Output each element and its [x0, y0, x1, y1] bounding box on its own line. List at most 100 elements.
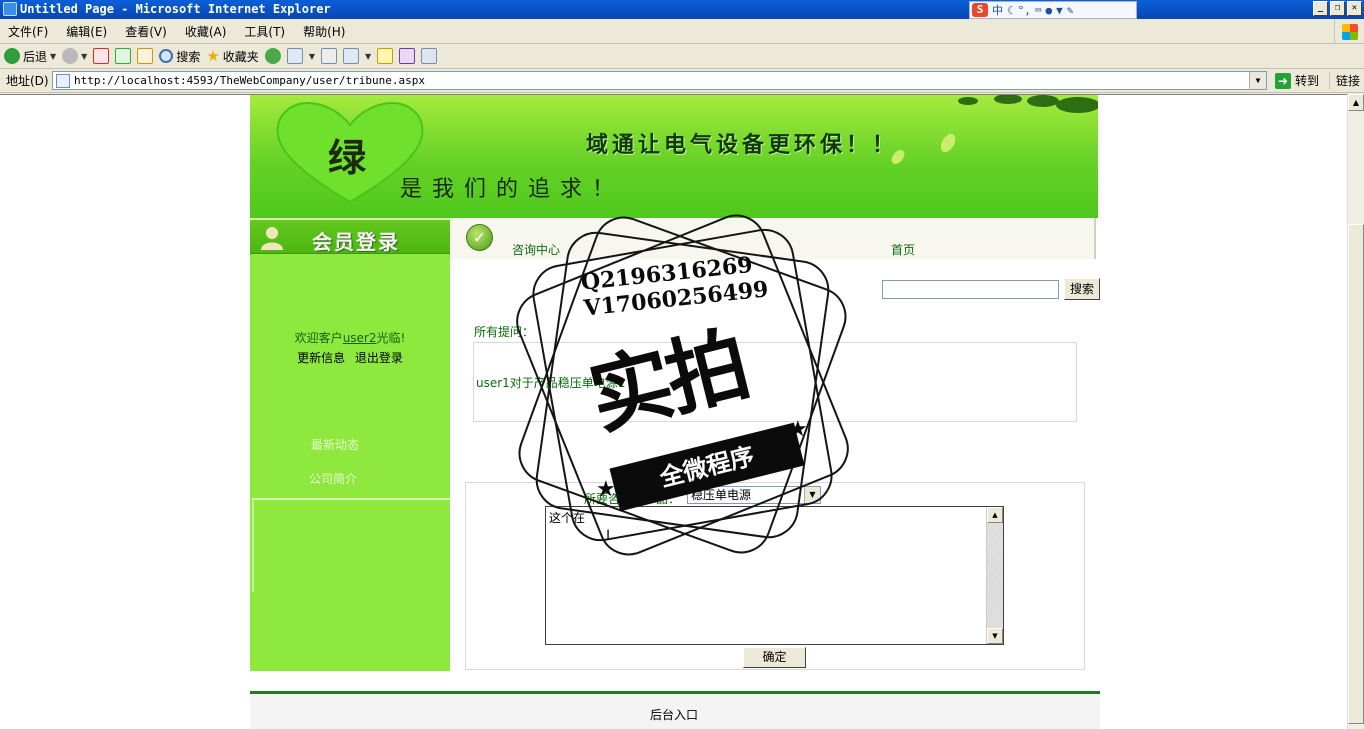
nav-consult-link[interactable]: 咨询中心 — [512, 241, 560, 258]
stop-icon[interactable] — [93, 48, 110, 64]
back-label: 后退 — [23, 49, 48, 64]
chevron-down-icon[interactable]: ▼ — [365, 52, 371, 61]
welcome-prefix: 欢迎客户 — [294, 331, 343, 345]
text-cursor-icon: Ⅰ — [606, 528, 611, 544]
scrollbar-thumb[interactable] — [1348, 224, 1364, 724]
textarea-scrollbar[interactable]: ▲ ▼ — [986, 507, 1003, 644]
menu-view[interactable]: 查看(V) — [125, 23, 167, 40]
submit-button[interactable]: 确定 — [743, 647, 806, 668]
note-icon[interactable] — [377, 48, 394, 64]
list-item[interactable]: user1对于产品稳压单电源1 — [476, 374, 625, 391]
menu-edit[interactable]: 编辑(E) — [66, 23, 107, 40]
check-icon: ✓ — [466, 224, 493, 251]
wrench-icon[interactable]: ✎ — [1067, 1, 1074, 20]
banner-slogan-bottom: 是我们的追求！ — [400, 177, 625, 202]
address-bar: 地址(D) http://localhost:4593/TheWebCompan… — [0, 69, 1364, 93]
stamp-contact: Q2196316269 V17060256499 — [580, 250, 770, 322]
mail-icon[interactable] — [286, 48, 303, 64]
search-input[interactable] — [882, 280, 1059, 299]
search-button[interactable]: 搜索 — [159, 48, 200, 65]
go-arrow-icon: ➜ — [1275, 72, 1291, 89]
menu-help[interactable]: 帮助(H) — [303, 23, 345, 40]
chevron-down-icon[interactable]: ▼ — [1249, 72, 1266, 89]
home-icon[interactable] — [137, 48, 154, 64]
address-input[interactable]: http://localhost:4593/TheWebCompany/user… — [52, 71, 1267, 90]
sidebar-box — [252, 498, 450, 592]
ime-toolbar[interactable]: S 中 ☾ °, ⌨ ● ▼ ✎ — [969, 1, 1137, 19]
ie-icon — [3, 2, 17, 16]
nav-news-link[interactable]: 最新动态 — [250, 436, 420, 453]
minimize-icon[interactable]: _ — [1313, 1, 1328, 16]
address-label: 地址(D) — [6, 74, 49, 88]
product-selected: 稳压单电源 — [691, 488, 752, 502]
top-navbar: ✓ 咨询中心 首页 — [450, 218, 1096, 259]
nav-home-link[interactable]: 首页 — [891, 241, 915, 258]
admin-entry-link[interactable]: 后台入口 — [650, 706, 698, 723]
go-label: 转到 — [1295, 74, 1320, 88]
maximize-icon[interactable]: ❐ — [1330, 1, 1345, 16]
welcome-suffix: 光临! — [376, 331, 406, 345]
search-button[interactable]: 搜索 — [1064, 278, 1100, 300]
chevron-down-icon[interactable]: ▼ — [309, 52, 315, 61]
username-link[interactable]: user2 — [343, 331, 377, 345]
favorites-button[interactable]: ★ 收藏夹 — [206, 47, 258, 65]
welcome-message: 欢迎客户user2光临! — [250, 329, 450, 346]
moon-icon[interactable]: ☾ — [1007, 1, 1014, 20]
star-icon: ★ — [206, 47, 220, 65]
print-icon[interactable] — [320, 48, 337, 64]
window-title: Untitled Page - Microsoft Internet Explo… — [20, 2, 331, 16]
window-titlebar: Untitled Page - Microsoft Internet Explo… — [0, 0, 1364, 19]
chevron-down-icon[interactable]: ▼ — [81, 52, 87, 61]
product-select[interactable]: 稳压单电源 ▼ — [687, 486, 821, 504]
messenger-icon[interactable] — [399, 48, 416, 64]
page-scrollbar[interactable]: ▲ — [1347, 94, 1364, 729]
scroll-down-icon[interactable]: ▼ — [987, 628, 1003, 644]
edit-icon[interactable] — [342, 48, 359, 64]
punctuation-icon[interactable]: °, — [1018, 1, 1031, 20]
back-button[interactable]: 后退 ▼ — [4, 48, 56, 65]
chevron-down-icon[interactable]: ▼ — [804, 487, 820, 503]
refresh-icon[interactable] — [115, 48, 132, 64]
search-label: 搜索 — [176, 49, 201, 64]
menu-file[interactable]: 文件(F) — [8, 23, 48, 40]
address-url[interactable]: http://localhost:4593/TheWebCompany/user… — [74, 74, 425, 87]
go-button[interactable]: ➜ 转到 — [1275, 72, 1319, 89]
close-icon[interactable]: ✕ — [1347, 1, 1362, 16]
question-textarea[interactable]: 这个在 ▲ ▼ — [545, 506, 1004, 645]
favorites-label: 收藏夹 — [222, 49, 259, 64]
chevron-down-icon[interactable]: ▼ — [50, 52, 56, 61]
scroll-up-icon[interactable]: ▲ — [987, 507, 1003, 523]
question-form: 所要咨询的产品： 稳压单电源 ▼ 这个在 ▲ ▼ 确定 — [465, 482, 1085, 670]
account-links: 更新信息 退出登录 — [250, 349, 450, 366]
login-panel-header: 会员登录 — [250, 218, 450, 254]
links-button[interactable]: 链接 — [1329, 72, 1360, 89]
history-icon[interactable] — [264, 48, 281, 64]
site-banner: 绿 域通让电气设备更环保！！ 是我们的追求！ — [250, 95, 1098, 218]
menu-bar: 文件(F) 编辑(E) 查看(V) 收藏(A) 工具(T) 帮助(H) — [0, 19, 1364, 44]
site-logo: 绿 — [328, 135, 369, 180]
keyboard-icon[interactable]: ⌨ — [1035, 1, 1042, 20]
forward-button[interactable]: ▼ — [62, 48, 87, 64]
login-panel-title: 会员登录 — [312, 230, 400, 254]
shirt-icon[interactable]: ▼ — [1056, 1, 1063, 20]
update-info-link[interactable]: 更新信息 — [297, 351, 345, 365]
product-label: 所要咨询的产品： — [584, 492, 681, 506]
question-text[interactable]: 这个在 — [549, 511, 585, 525]
ime-lang-label[interactable]: 中 — [992, 1, 1003, 20]
window-controls: _ ❐ ✕ — [1313, 1, 1362, 16]
nav-about-link[interactable]: 公司简介 — [250, 470, 416, 487]
scroll-up-icon[interactable]: ▲ — [1348, 94, 1364, 111]
user-icon[interactable]: ● — [1046, 1, 1053, 20]
forward-arrow-icon — [62, 48, 79, 64]
member-sidebar: 会员登录 欢迎客户user2光临! 更新信息 退出登录 最新动态 公司简介 — [250, 218, 450, 671]
research-icon[interactable] — [421, 48, 438, 64]
search-icon — [159, 49, 174, 63]
sogou-icon[interactable]: S — [972, 3, 988, 17]
logout-link[interactable]: 退出登录 — [355, 351, 403, 365]
all-questions-heading: 所有提问： — [474, 325, 535, 339]
page-icon — [56, 73, 70, 88]
menu-favorites[interactable]: 收藏(A) — [185, 23, 227, 40]
leaves-graphic — [891, 95, 1098, 164]
menu-tools[interactable]: 工具(T) — [244, 23, 285, 40]
user-icon — [261, 227, 283, 250]
